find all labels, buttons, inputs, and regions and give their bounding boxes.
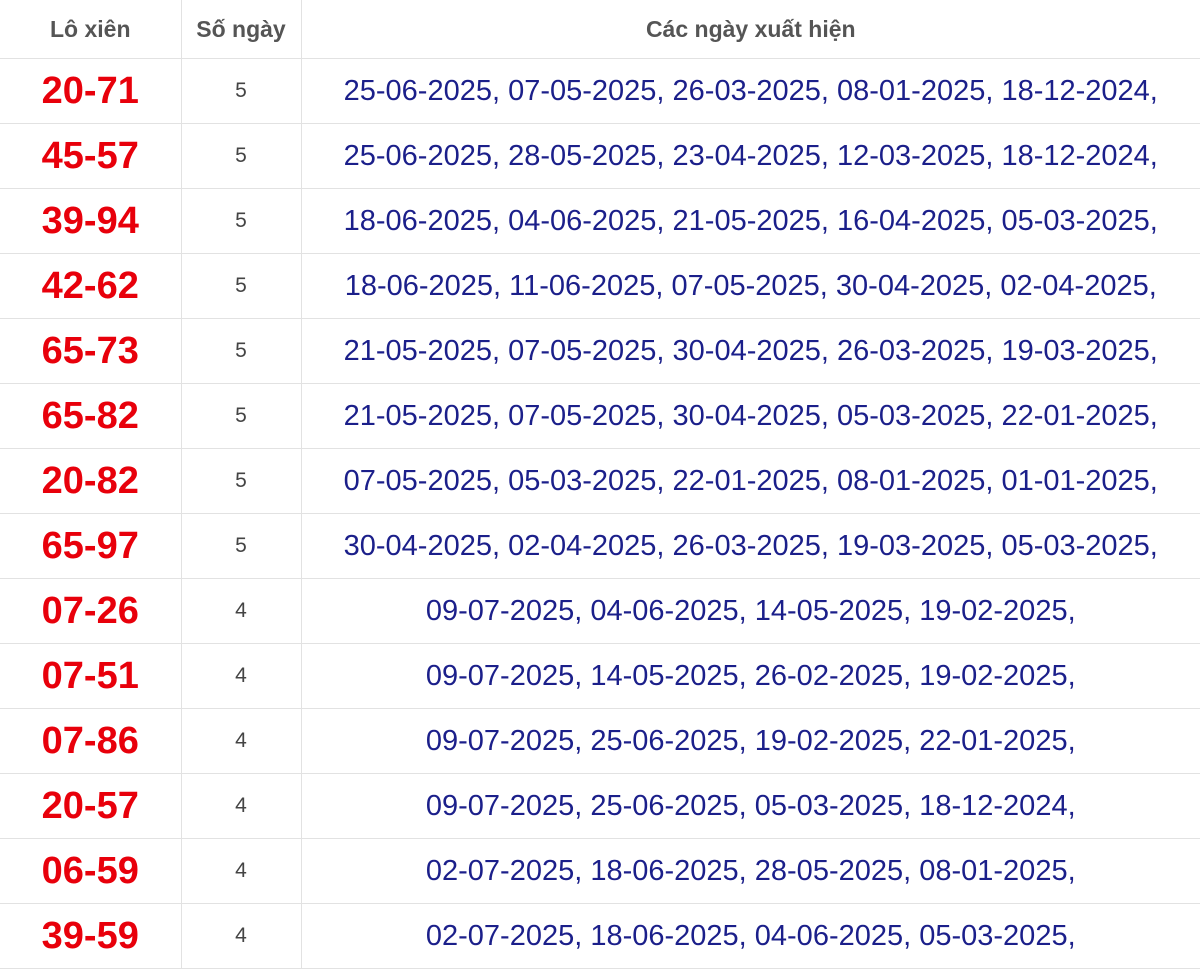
pair-cell: 42-62 <box>0 253 182 319</box>
days-cell: 5 <box>181 318 302 384</box>
header-row: Lô xiên Số ngày Các ngày xuất hiện <box>0 0 1200 59</box>
table-row: 20-82 5 07-05-2025, 05-03-2025, 22-01-20… <box>0 448 1200 514</box>
header-pair: Lô xiên <box>0 0 182 59</box>
table-row: 20-71 5 25-06-2025, 07-05-2025, 26-03-20… <box>0 58 1200 124</box>
dates-cell: 21-05-2025, 07-05-2025, 30-04-2025, 05-0… <box>301 383 1200 449</box>
days-cell: 4 <box>181 708 302 774</box>
days-cell: 5 <box>181 123 302 189</box>
dates-cell: 09-07-2025, 25-06-2025, 19-02-2025, 22-0… <box>301 708 1200 774</box>
pair-cell: 07-86 <box>0 708 182 774</box>
dates-cell: 25-06-2025, 28-05-2025, 23-04-2025, 12-0… <box>301 123 1200 189</box>
days-cell: 4 <box>181 643 302 709</box>
table-row: 20-57 4 09-07-2025, 25-06-2025, 05-03-20… <box>0 773 1200 839</box>
dates-cell: 25-06-2025, 07-05-2025, 26-03-2025, 08-0… <box>301 58 1200 124</box>
pair-cell: 45-57 <box>0 123 182 189</box>
dates-cell: 21-05-2025, 07-05-2025, 30-04-2025, 26-0… <box>301 318 1200 384</box>
table-row: 45-57 5 25-06-2025, 28-05-2025, 23-04-20… <box>0 123 1200 189</box>
pair-cell: 20-57 <box>0 773 182 839</box>
days-cell: 5 <box>181 188 302 254</box>
table-row: 07-26 4 09-07-2025, 04-06-2025, 14-05-20… <box>0 578 1200 644</box>
dates-cell: 09-07-2025, 04-06-2025, 14-05-2025, 19-0… <box>301 578 1200 644</box>
days-cell: 5 <box>181 253 302 319</box>
days-cell: 4 <box>181 578 302 644</box>
table-row: 65-73 5 21-05-2025, 07-05-2025, 30-04-20… <box>0 318 1200 384</box>
dates-cell: 18-06-2025, 04-06-2025, 21-05-2025, 16-0… <box>301 188 1200 254</box>
table-row: 07-51 4 09-07-2025, 14-05-2025, 26-02-20… <box>0 643 1200 709</box>
pair-cell: 65-73 <box>0 318 182 384</box>
dates-cell: 02-07-2025, 18-06-2025, 04-06-2025, 05-0… <box>301 903 1200 969</box>
pair-cell: 07-26 <box>0 578 182 644</box>
header-dates: Các ngày xuất hiện <box>301 0 1200 59</box>
days-cell: 5 <box>181 513 302 579</box>
pair-cell: 20-71 <box>0 58 182 124</box>
pair-cell: 06-59 <box>0 838 182 904</box>
header-days: Số ngày <box>181 0 302 59</box>
table-row: 39-94 5 18-06-2025, 04-06-2025, 21-05-20… <box>0 188 1200 254</box>
dates-cell: 18-06-2025, 11-06-2025, 07-05-2025, 30-0… <box>301 253 1200 319</box>
days-cell: 5 <box>181 448 302 514</box>
table-row: 06-59 4 02-07-2025, 18-06-2025, 28-05-20… <box>0 838 1200 904</box>
dates-cell: 07-05-2025, 05-03-2025, 22-01-2025, 08-0… <box>301 448 1200 514</box>
dates-cell: 09-07-2025, 25-06-2025, 05-03-2025, 18-1… <box>301 773 1200 839</box>
lo-xien-table: Lô xiên Số ngày Các ngày xuất hiện 20-71… <box>0 0 1200 969</box>
pair-cell: 39-94 <box>0 188 182 254</box>
table-row: 42-62 5 18-06-2025, 11-06-2025, 07-05-20… <box>0 253 1200 319</box>
pair-cell: 65-82 <box>0 383 182 449</box>
pair-cell: 39-59 <box>0 903 182 969</box>
table-row: 39-59 4 02-07-2025, 18-06-2025, 04-06-20… <box>0 903 1200 969</box>
days-cell: 5 <box>181 58 302 124</box>
table-row: 07-86 4 09-07-2025, 25-06-2025, 19-02-20… <box>0 708 1200 774</box>
table-row: 65-82 5 21-05-2025, 07-05-2025, 30-04-20… <box>0 383 1200 449</box>
dates-cell: 02-07-2025, 18-06-2025, 28-05-2025, 08-0… <box>301 838 1200 904</box>
days-cell: 4 <box>181 838 302 904</box>
days-cell: 5 <box>181 383 302 449</box>
dates-cell: 30-04-2025, 02-04-2025, 26-03-2025, 19-0… <box>301 513 1200 579</box>
days-cell: 4 <box>181 903 302 969</box>
pair-cell: 07-51 <box>0 643 182 709</box>
days-cell: 4 <box>181 773 302 839</box>
pair-cell: 20-82 <box>0 448 182 514</box>
pair-cell: 65-97 <box>0 513 182 579</box>
dates-cell: 09-07-2025, 14-05-2025, 26-02-2025, 19-0… <box>301 643 1200 709</box>
table-row: 65-97 5 30-04-2025, 02-04-2025, 26-03-20… <box>0 513 1200 579</box>
